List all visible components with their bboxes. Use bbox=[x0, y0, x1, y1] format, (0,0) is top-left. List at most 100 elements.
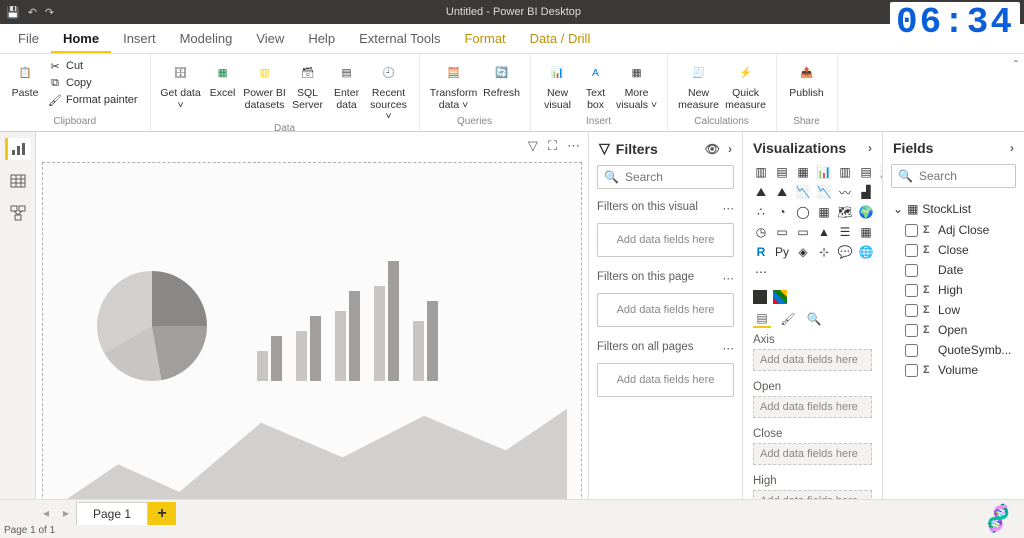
stacked-area-icon[interactable]: ⛰ bbox=[774, 184, 790, 200]
field-item[interactable]: Date bbox=[883, 260, 1024, 280]
new-visual-button[interactable]: 📊New visual bbox=[539, 58, 577, 111]
field-item[interactable]: ΣClose bbox=[883, 240, 1024, 260]
publish-button[interactable]: 📤Publish bbox=[785, 58, 829, 110]
collapse-panel-icon[interactable]: › bbox=[868, 141, 872, 155]
analytics-tab-icon[interactable]: 🔍 bbox=[805, 310, 823, 328]
page-prev-button[interactable]: ◂ bbox=[36, 500, 56, 525]
add-page-button[interactable]: + bbox=[148, 502, 176, 525]
py-visual-icon[interactable]: Py bbox=[774, 244, 790, 260]
tab-format[interactable]: Format bbox=[452, 25, 517, 53]
color-swatch-grid[interactable] bbox=[773, 290, 787, 304]
color-swatch-dark[interactable] bbox=[753, 290, 767, 304]
well-high-drop[interactable]: Add data fields here bbox=[753, 490, 872, 499]
get-data-button[interactable]: 🗄Get data ˅ bbox=[159, 58, 203, 111]
r-visual-icon[interactable]: R bbox=[753, 244, 769, 260]
report-view-button[interactable] bbox=[5, 138, 31, 160]
excel-button[interactable]: ▦Excel bbox=[205, 58, 241, 110]
tab-external[interactable]: External Tools bbox=[347, 25, 452, 53]
fields-table[interactable]: ⌄ ▦ StockList bbox=[883, 198, 1024, 220]
copy-button[interactable]: ⧉Copy bbox=[44, 75, 142, 91]
decomp-tree-icon[interactable]: ⊹ bbox=[816, 244, 832, 260]
ribbon-icon[interactable]: 〰 bbox=[837, 184, 853, 200]
eye-icon[interactable]: 👁 bbox=[705, 142, 720, 156]
format-tab-icon[interactable]: 🖌 bbox=[779, 310, 797, 328]
data-view-button[interactable] bbox=[5, 170, 31, 192]
filter-icon[interactable]: ▽ bbox=[528, 138, 538, 154]
collapse-panel-icon[interactable]: › bbox=[1010, 141, 1014, 155]
well-close-drop[interactable]: Add data fields here bbox=[753, 443, 872, 465]
100-column-icon[interactable]: ▤ bbox=[858, 164, 874, 180]
field-item[interactable]: ΣVolume bbox=[883, 360, 1024, 380]
undo-icon[interactable]: ↶ bbox=[28, 6, 37, 19]
slicer-icon[interactable]: ☰ bbox=[837, 224, 853, 240]
text-box-button[interactable]: AText box bbox=[579, 58, 613, 111]
multi-card-icon[interactable]: ▭ bbox=[795, 224, 811, 240]
collapse-ribbon-icon[interactable]: ˆ bbox=[1014, 58, 1018, 72]
model-view-button[interactable] bbox=[5, 202, 31, 224]
collapse-panel-icon[interactable]: › bbox=[728, 142, 732, 156]
treemap-icon[interactable]: ▦ bbox=[816, 204, 832, 220]
tab-insert[interactable]: Insert bbox=[111, 25, 168, 53]
redo-icon[interactable]: ↷ bbox=[45, 6, 54, 19]
field-checkbox[interactable] bbox=[905, 324, 918, 337]
clustered-column-icon[interactable]: 📊 bbox=[816, 164, 832, 180]
field-checkbox[interactable] bbox=[905, 364, 918, 377]
filters-all-dropzone[interactable]: Add data fields here bbox=[597, 363, 734, 397]
field-checkbox[interactable] bbox=[905, 344, 918, 357]
quick-measure-button[interactable]: ⚡Quick measure bbox=[724, 58, 768, 111]
fields-search[interactable]: 🔍 bbox=[891, 164, 1016, 188]
line-column-icon[interactable]: 📉 bbox=[795, 184, 811, 200]
save-icon[interactable]: 💾 bbox=[6, 6, 20, 19]
more-options-icon[interactable]: ⋯ bbox=[567, 138, 580, 154]
line-stacked-icon[interactable]: 📉 bbox=[816, 184, 832, 200]
stacked-column-icon[interactable]: ▤ bbox=[774, 164, 790, 180]
waterfall-icon[interactable]: ▟ bbox=[858, 184, 874, 200]
field-item[interactable]: ΣHigh bbox=[883, 280, 1024, 300]
cut-button[interactable]: ✂Cut bbox=[44, 58, 142, 74]
fields-tab-icon[interactable]: ▤ bbox=[753, 310, 771, 328]
field-checkbox[interactable] bbox=[905, 284, 918, 297]
field-checkbox[interactable] bbox=[905, 264, 918, 277]
tab-home[interactable]: Home bbox=[51, 25, 111, 53]
new-measure-button[interactable]: 🧾New measure bbox=[676, 58, 722, 111]
well-axis-drop[interactable]: Add data fields here bbox=[753, 349, 872, 371]
area-icon[interactable]: ⛰ bbox=[753, 184, 769, 200]
focus-mode-icon[interactable]: ⛶ bbox=[548, 138, 557, 154]
kpi-icon[interactable]: ▲ bbox=[816, 224, 832, 240]
filters-search[interactable]: 🔍 bbox=[597, 165, 734, 189]
arcgis-icon[interactable]: 🌐 bbox=[858, 244, 874, 260]
field-checkbox[interactable] bbox=[905, 224, 918, 237]
more-icon[interactable]: ⋯ bbox=[723, 201, 735, 215]
filled-map-icon[interactable]: 🌍 bbox=[858, 204, 874, 220]
more-icon[interactable]: ⋯ bbox=[723, 341, 735, 355]
qa-icon[interactable]: 💬 bbox=[837, 244, 853, 260]
table-icon[interactable]: ▦ bbox=[858, 224, 874, 240]
more-visuals-button[interactable]: ▦More visuals ˅ bbox=[615, 58, 659, 111]
tab-help[interactable]: Help bbox=[296, 25, 347, 53]
tab-datadrill[interactable]: Data / Drill bbox=[518, 25, 603, 53]
fields-search-input[interactable] bbox=[919, 169, 1024, 183]
refresh-button[interactable]: 🔄Refresh bbox=[482, 58, 522, 110]
field-item[interactable]: ΣOpen bbox=[883, 320, 1024, 340]
field-item[interactable]: QuoteSymb... bbox=[883, 340, 1024, 360]
filters-page-dropzone[interactable]: Add data fields here bbox=[597, 293, 734, 327]
import-visual-icon[interactable]: ⋯ bbox=[753, 264, 769, 280]
report-canvas[interactable]: ▽ ⛶ ⋯ bbox=[36, 132, 588, 499]
map-icon[interactable]: 🗺 bbox=[837, 204, 853, 220]
well-open-drop[interactable]: Add data fields here bbox=[753, 396, 872, 418]
field-checkbox[interactable] bbox=[905, 304, 918, 317]
key-influencers-icon[interactable]: ◈ bbox=[795, 244, 811, 260]
field-checkbox[interactable] bbox=[905, 244, 918, 257]
100-bar-icon[interactable]: ▥ bbox=[837, 164, 853, 180]
transform-data-button[interactable]: 🧮Transform data ˅ bbox=[428, 58, 480, 111]
sql-server-button[interactable]: 🗃SQL Server bbox=[289, 58, 327, 111]
recent-sources-button[interactable]: 🕘Recent sources ˅ bbox=[367, 58, 411, 123]
donut-icon[interactable]: ◯ bbox=[795, 204, 811, 220]
tab-modeling[interactable]: Modeling bbox=[168, 25, 245, 53]
more-icon[interactable]: ⋯ bbox=[723, 271, 735, 285]
pbi-datasets-button[interactable]: ▥Power BI datasets bbox=[243, 58, 287, 111]
field-item[interactable]: ΣLow bbox=[883, 300, 1024, 320]
paste-button[interactable]: 📋 Paste bbox=[8, 58, 42, 110]
scatter-icon[interactable]: ∴ bbox=[753, 204, 769, 220]
card-icon[interactable]: ▭ bbox=[774, 224, 790, 240]
